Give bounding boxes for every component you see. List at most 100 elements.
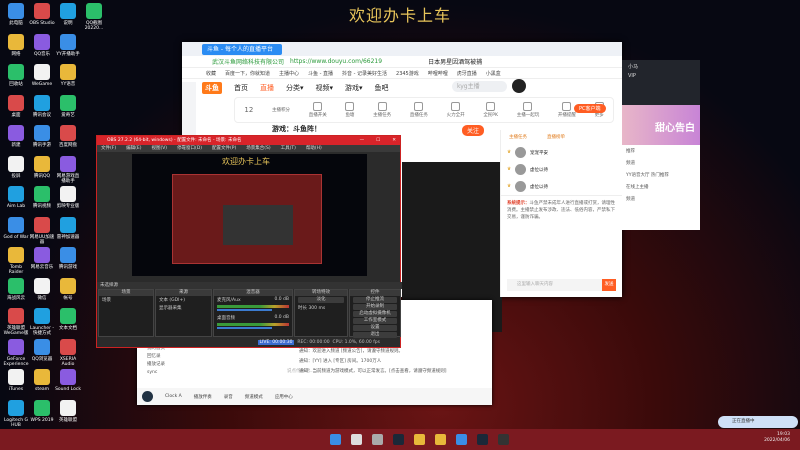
desktop-icon[interactable]: 回收站	[3, 64, 29, 87]
taskbar-app-icon[interactable]	[414, 434, 425, 445]
transition-select[interactable]: 淡化	[298, 297, 344, 303]
obs-preview[interactable]: 欢迎办卡上车	[132, 154, 367, 276]
desktop-icon[interactable]: 海战风云	[3, 277, 29, 301]
tool-item[interactable]: 全民PK	[483, 102, 498, 118]
desktop-icon[interactable]: 英雄联盟WeGame版	[3, 308, 29, 336]
desktop-icon[interactable]: YY开播助手	[55, 33, 81, 57]
yy-banner[interactable]: 甜心告白	[622, 105, 700, 145]
menu-item[interactable]: 视图(V)	[151, 145, 167, 152]
desktop-icon[interactable]: God of War	[3, 216, 29, 240]
desktop-icon[interactable]: Logitech G HUB	[3, 399, 29, 428]
toolbar-item[interactable]: 录音	[224, 394, 233, 400]
minimize-button[interactable]: —	[360, 136, 365, 145]
desktop-icon[interactable]: steam	[29, 369, 55, 392]
close-icon[interactable]: ✕	[392, 136, 396, 145]
browser-tab[interactable]: 斗鱼 - 每个人的直播平台	[202, 43, 282, 55]
yy-list-item[interactable]: 在线上主播	[622, 181, 700, 193]
desktop-icon[interactable]: 桌面	[3, 94, 29, 118]
menu-item[interactable]: 工具(T)	[281, 145, 296, 152]
control-button[interactable]: 工作室模式	[353, 318, 397, 324]
taskbar-app-icon[interactable]	[351, 434, 362, 445]
desktop-icon[interactable]: WPS 2019	[29, 399, 55, 423]
desktop-icon[interactable]: 网易游戏直播助手	[55, 155, 81, 184]
bookmark[interactable]: 主播中心	[279, 70, 299, 77]
toolbar-item[interactable]: 应用中心	[275, 394, 293, 400]
tool-item[interactable]: 开播提醒	[558, 102, 576, 118]
desktop-icon[interactable]: 腾讯视频	[29, 186, 55, 209]
avatar[interactable]	[142, 391, 153, 402]
tool-item[interactable]: 直播开关	[309, 102, 327, 118]
site-search-input[interactable]: kyg主播	[452, 81, 507, 92]
source-item[interactable]: 显示器采集	[156, 304, 211, 312]
follow-button[interactable]: 关注	[462, 125, 485, 136]
desktop-icon[interactable]: QQ截图20220...	[81, 3, 107, 31]
nav-item[interactable]: 首页	[234, 83, 248, 93]
volume-slider[interactable]	[217, 309, 272, 311]
toolbar-item[interactable]: 播放伴奏	[194, 394, 212, 400]
bookmark[interactable]: 哔哩哔哩	[428, 70, 448, 77]
pc-client-button[interactable]: PC客户端	[574, 104, 606, 113]
yy-list-item[interactable]: 推荐	[622, 145, 700, 157]
rank-row[interactable]: ♛ 虚位以待	[501, 161, 622, 178]
bookmark[interactable]: 百度一下，你就知道	[225, 70, 270, 77]
hot-search[interactable]: 日本男星因酒驾被捕	[428, 57, 482, 66]
desktop-icon[interactable]: WeGame	[29, 64, 55, 87]
source-item[interactable]: 文本 (GDI+)	[156, 296, 211, 304]
desktop-icon[interactable]: 剪映专业版	[55, 186, 81, 209]
douyu-logo[interactable]: 斗鱼	[202, 82, 222, 94]
desktop-icon[interactable]: 腾讯QQ	[29, 155, 55, 179]
taskbar-app-icon[interactable]	[477, 434, 488, 445]
desktop-icon[interactable]: 腾讯手游	[29, 125, 55, 148]
desktop-icon[interactable]: 英雄联盟	[55, 399, 81, 423]
desktop-icon[interactable]: 帐号	[55, 277, 81, 301]
nav-item[interactable]: 游戏▾	[345, 83, 363, 93]
desktop-icon[interactable]: iTunes	[3, 369, 29, 392]
desktop-icon[interactable]: QQ浏览器	[29, 338, 55, 362]
menu-item[interactable]: 配置文件(P)	[212, 145, 236, 152]
desktop-icon[interactable]: YY语音	[55, 64, 81, 87]
volume-slider[interactable]	[217, 327, 272, 329]
desktop-icon[interactable]: Sound Lock	[55, 369, 81, 392]
duration-input[interactable]: 300 ms	[308, 306, 325, 311]
desktop-icon[interactable]: 雷神加速器	[55, 216, 81, 240]
taskbar-app-icon[interactable]	[393, 434, 404, 445]
url-input[interactable]: https://www.douyu.com/66219	[290, 58, 382, 65]
channel-item[interactable]: sync	[147, 369, 227, 377]
menu-item[interactable]: 编辑(E)	[126, 145, 141, 152]
tool-item[interactable]: 主播一起玩	[517, 102, 539, 118]
nav-item[interactable]: 直播	[260, 83, 274, 93]
nav-item[interactable]: 视频▾	[316, 83, 334, 93]
nav-item[interactable]: 分类▾	[286, 83, 304, 93]
tab-anchor-task[interactable]: 主播任务	[509, 134, 527, 140]
toolbar-item[interactable]: 频道模式	[245, 394, 263, 400]
notification-pill[interactable]: 正在直播中	[718, 416, 798, 428]
desktop-icon[interactable]: Tomb Raider	[3, 247, 29, 275]
menu-item[interactable]: 帮助(H)	[306, 145, 322, 152]
menu-item[interactable]: 场景集合(S)	[246, 145, 270, 152]
control-button[interactable]: 停止推流	[353, 297, 397, 303]
taskbar-app-icon[interactable]	[330, 434, 341, 445]
channel-item[interactable]: 播放记录	[147, 361, 227, 369]
yy-list-item[interactable]: 频道	[622, 193, 700, 205]
rank-row[interactable]: ♛ 宠宠平安	[501, 144, 622, 161]
user-avatar[interactable]	[512, 79, 526, 93]
points[interactable]: 12	[244, 106, 253, 114]
desktop-icon[interactable]: 网易UU加速器	[29, 216, 55, 245]
taskbar-app-icon[interactable]	[498, 434, 509, 445]
bookmark[interactable]: 斗鱼 - 直播	[308, 70, 333, 77]
yy-list-item[interactable]: 频道	[622, 157, 700, 169]
desktop-icon[interactable]: 投屏	[3, 155, 29, 179]
desktop-icon[interactable]: QQ音乐	[29, 33, 55, 57]
control-button[interactable]: 启动虚拟摄像机	[353, 311, 397, 317]
channel-item[interactable]: 回忆录	[147, 353, 227, 361]
bookmark[interactable]: 虎牙直播	[457, 70, 477, 77]
desktop-icon[interactable]: 网易云音乐	[29, 247, 55, 270]
bookmark[interactable]: 小黑盒	[486, 70, 501, 77]
tab-live-rank[interactable]: 直播榜单	[547, 134, 565, 140]
desktop-icon[interactable]: Aim Lab	[3, 186, 29, 209]
desktop-icon[interactable]: 新建	[3, 125, 29, 148]
address-bar[interactable]: 武汉斗鱼网络科技有限公司 https://www.douyu.com/66219…	[182, 56, 622, 68]
scene-item[interactable]: 场景	[99, 296, 153, 304]
desktop-icon[interactable]: 微信	[29, 277, 55, 301]
desktop-icon[interactable]: 文本文档	[55, 308, 81, 331]
